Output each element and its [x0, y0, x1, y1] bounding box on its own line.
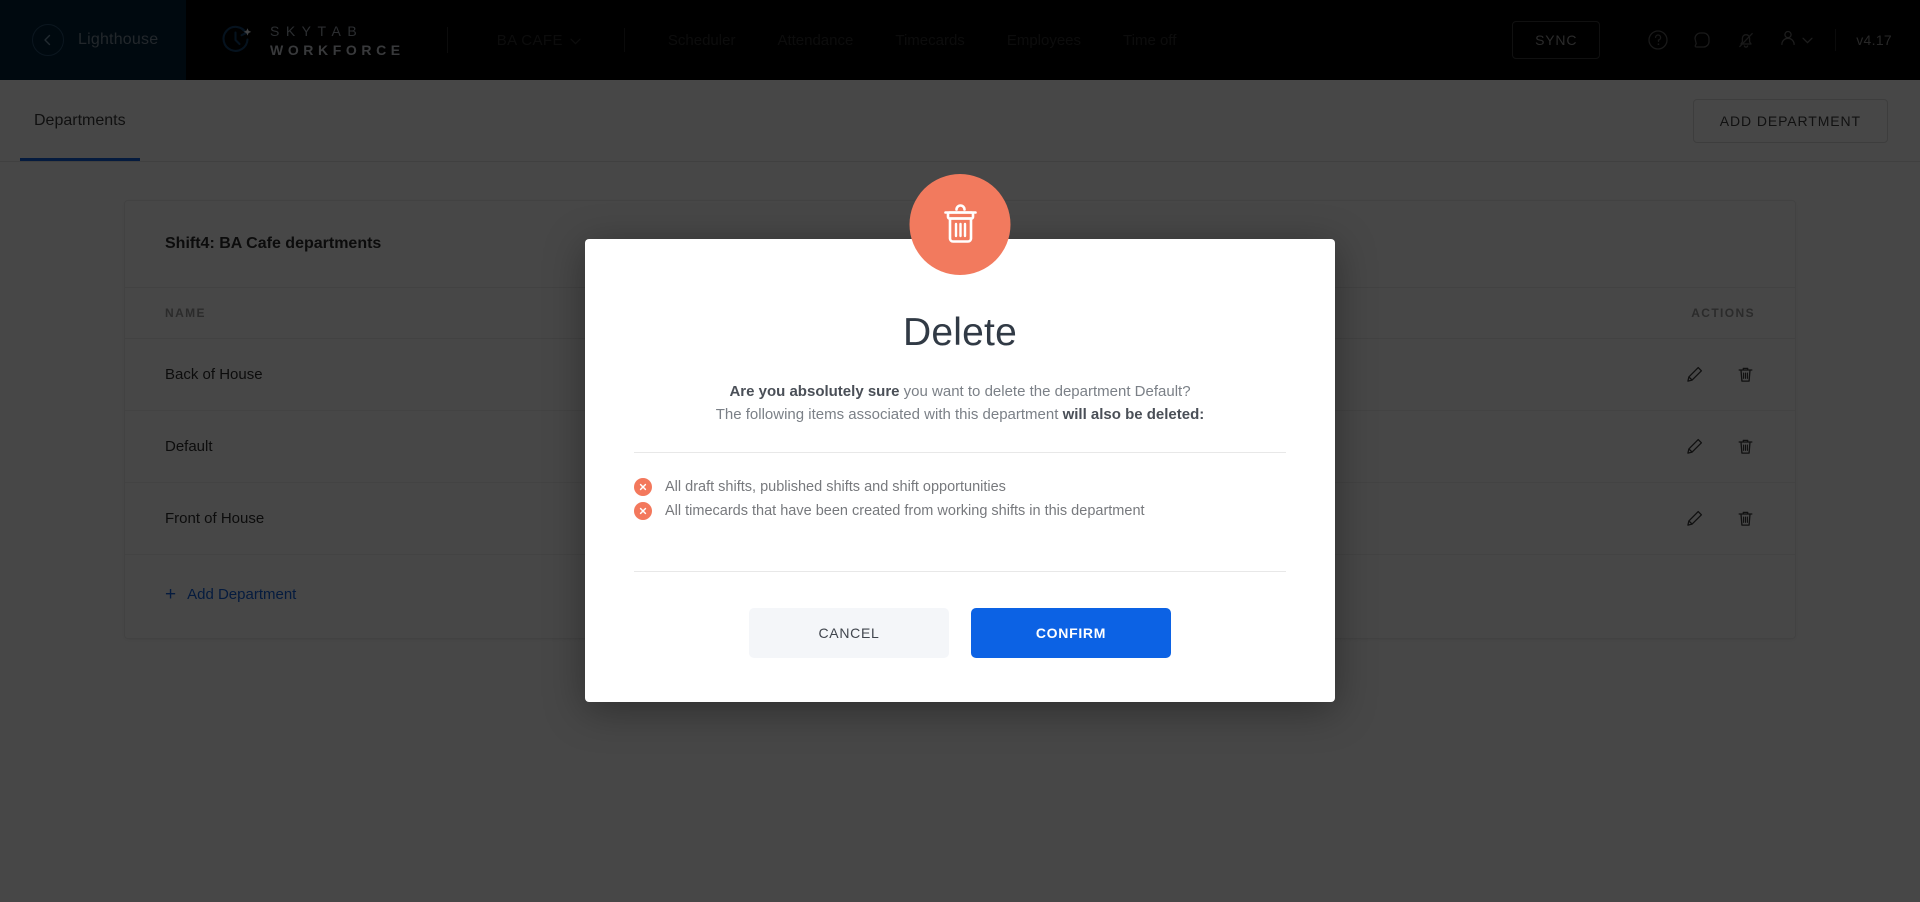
- dialog-message-line-2: The following items associated with this…: [631, 404, 1289, 427]
- dialog-actions: CANCEL CONFIRM: [631, 572, 1289, 672]
- dialog-message-line-2-emphasis: will also be deleted:: [1062, 405, 1205, 423]
- list-item-label: All draft shifts, published shifts and s…: [665, 479, 1006, 495]
- cancel-button[interactable]: CANCEL: [749, 608, 949, 658]
- dialog-message-line-1: Are you absolutely sure you want to dele…: [631, 381, 1289, 404]
- deletion-consequences-list: All draft shifts, published shifts and s…: [631, 453, 1289, 545]
- delete-dialog-body: Delete Are you absolutely sure you want …: [585, 239, 1335, 702]
- app-root: Lighthouse SKYTAB WORKFORCE BA CAFE: [0, 0, 1920, 902]
- trash-can-icon: [909, 174, 1011, 275]
- delete-confirmation-dialog: Delete Are you absolutely sure you want …: [585, 174, 1335, 702]
- dialog-message-line-2-rest: The following items associated with this…: [715, 405, 1063, 423]
- dialog-message-line-1-emphasis: Are you absolutely sure: [729, 383, 900, 400]
- list-item: All draft shifts, published shifts and s…: [634, 475, 1286, 499]
- list-item: All timecards that have been created fro…: [634, 499, 1286, 523]
- confirm-button[interactable]: CONFIRM: [971, 608, 1171, 658]
- x-circle-icon: [634, 502, 652, 520]
- dialog-message-line-1-rest: you want to delete the department Defaul…: [899, 383, 1191, 400]
- dialog-title: Delete: [903, 311, 1017, 354]
- list-item-label: All timecards that have been created fro…: [665, 503, 1145, 519]
- dialog-message: Are you absolutely sure you want to dele…: [631, 381, 1289, 426]
- x-circle-icon: [634, 478, 652, 496]
